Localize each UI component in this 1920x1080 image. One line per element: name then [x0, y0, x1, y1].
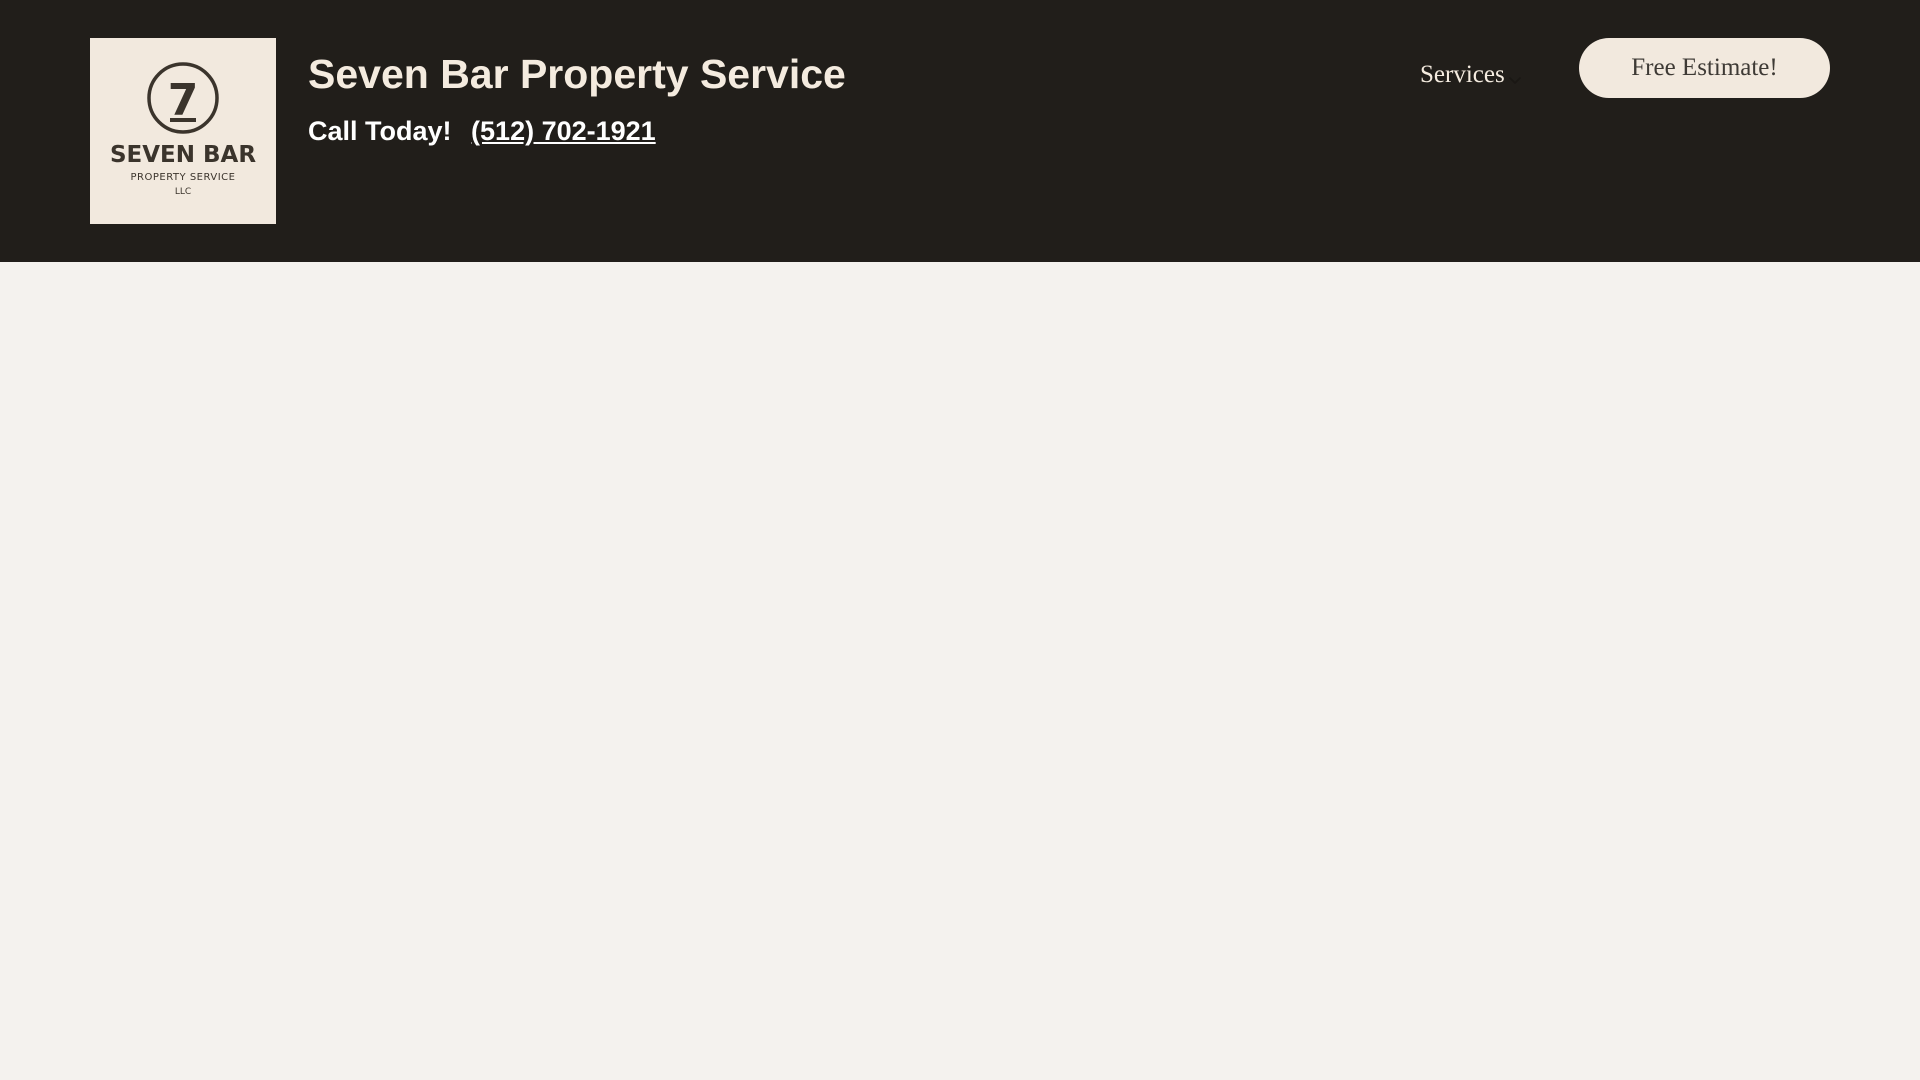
main-content: [0, 262, 1920, 1080]
chevron-down-icon: [1507, 67, 1523, 84]
call-label: Call Today!: [308, 116, 452, 146]
logo-name: SEVEN BAR: [110, 142, 256, 168]
logo-tagline: PROPERTY SERVICE: [131, 172, 236, 183]
seven-bar-logo-icon: 7 SEVEN BAR PROPERTY SERVICE LLC: [110, 62, 256, 197]
nav-services-dropdown[interactable]: Services: [1420, 58, 1523, 92]
free-estimate-button[interactable]: Free Estimate!: [1579, 38, 1830, 98]
logo-suffix: LLC: [175, 187, 191, 197]
nav-services-label: Services: [1420, 61, 1505, 88]
site-logo[interactable]: 7 SEVEN BAR PROPERTY SERVICE LLC: [90, 38, 276, 224]
call-line: Call Today! (512) 702-1921: [308, 114, 656, 148]
phone-link[interactable]: (512) 702-1921: [471, 116, 656, 146]
site-header: 7 SEVEN BAR PROPERTY SERVICE LLC Seven B…: [0, 0, 1920, 262]
site-title[interactable]: Seven Bar Property Service: [308, 50, 846, 98]
